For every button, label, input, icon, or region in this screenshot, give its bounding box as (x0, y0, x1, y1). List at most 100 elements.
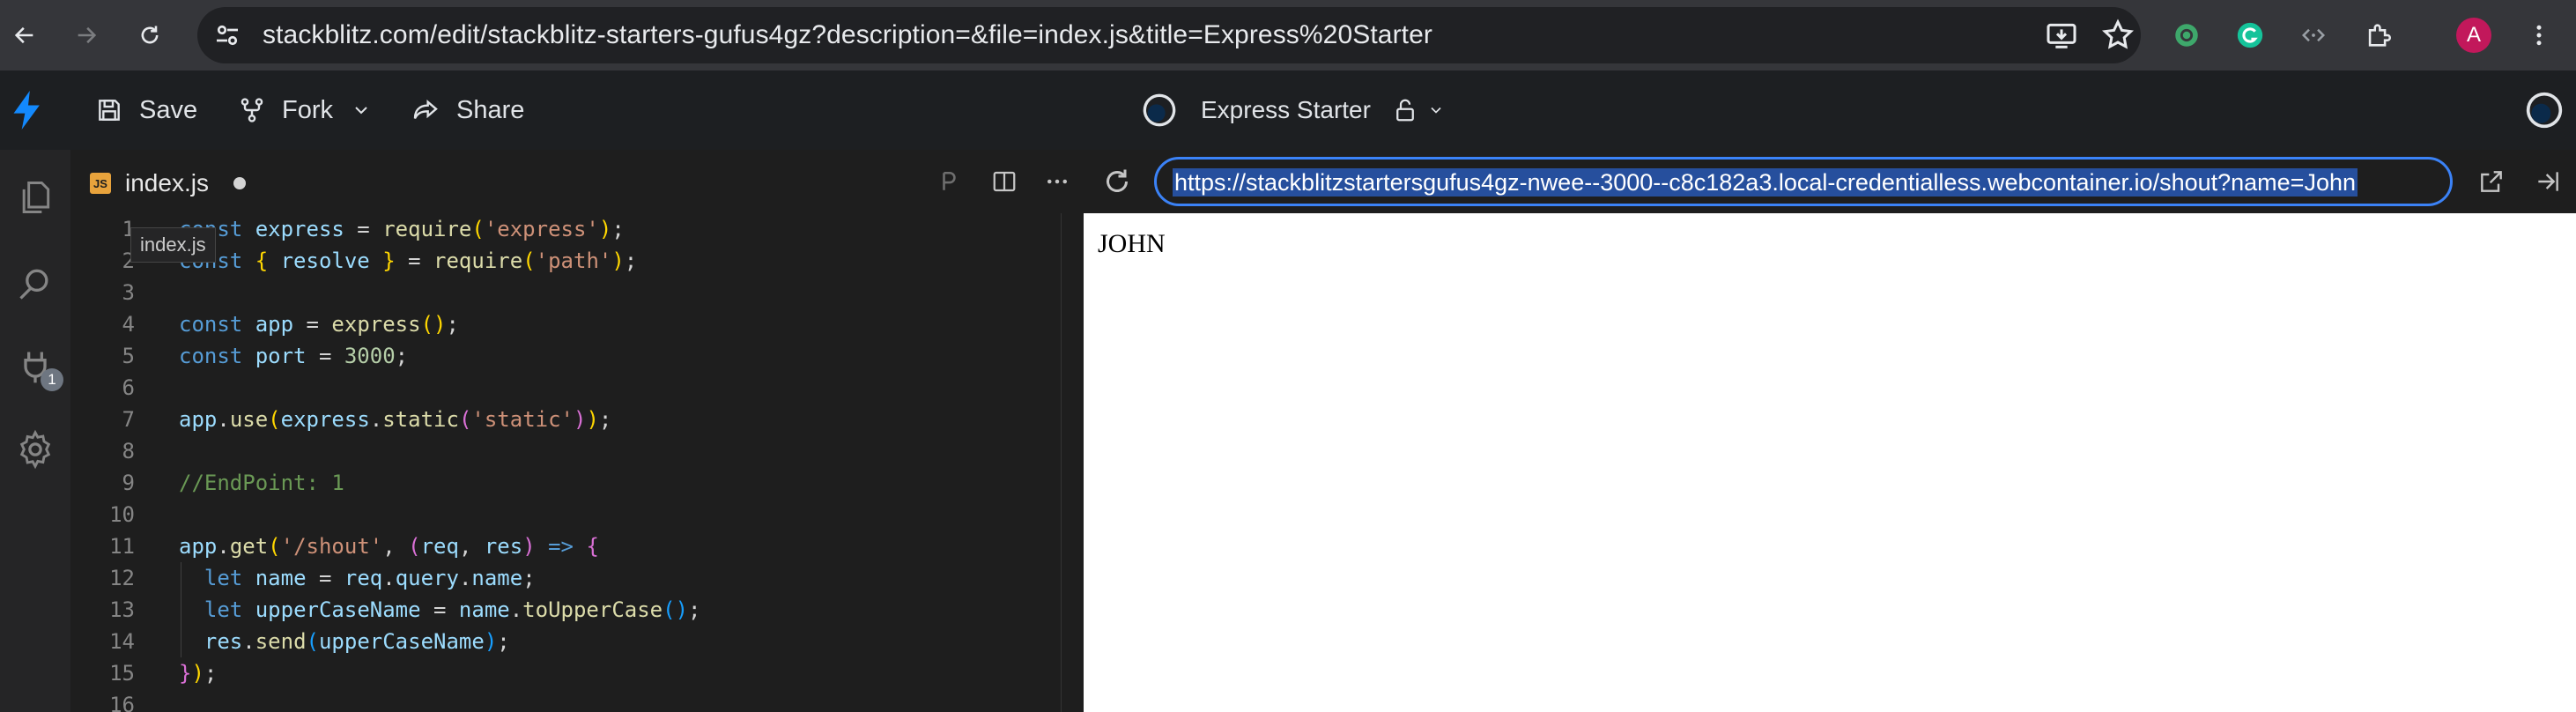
code-editor[interactable]: 1 const express = require('express'); 2 … (70, 213, 1084, 712)
token: send (255, 629, 307, 654)
code-line: 16 (70, 689, 1084, 712)
javascript-file-icon: JS (90, 173, 111, 194)
code-line: 3 (70, 277, 1084, 308)
code-line: 1 const express = require('express'); (70, 213, 1084, 245)
tab-hover-tooltip: index.js (130, 227, 216, 263)
line-number: 11 (109, 534, 135, 559)
save-button[interactable]: Save (95, 70, 197, 150)
code-line: 2 const { resolve } = require('path'); (70, 245, 1084, 277)
token: 'static' (471, 407, 574, 432)
back-arrow-icon[interactable] (7, 18, 42, 53)
token: toUpperCase (522, 597, 663, 622)
site-settings-icon[interactable] (211, 19, 243, 51)
token: res (484, 534, 523, 559)
share-label: Share (456, 95, 525, 124)
token: req (420, 534, 459, 559)
tab-index-js[interactable]: JS index.js (70, 150, 264, 215)
line-number: 15 (109, 661, 135, 686)
token: express (331, 312, 421, 337)
token: port (255, 344, 307, 368)
token: name (471, 566, 523, 590)
token: app (179, 407, 218, 432)
token: req (344, 566, 383, 590)
grammarly-icon[interactable] (2232, 18, 2268, 53)
line-number: 12 (109, 566, 135, 590)
settings-gear-icon[interactable] (7, 421, 63, 478)
token: const (179, 344, 243, 368)
line-number: 5 (122, 344, 135, 368)
code-line: 8 (70, 435, 1084, 467)
line-number: 1 (122, 217, 135, 241)
token: const (179, 312, 243, 337)
prettier-format-icon[interactable] (932, 164, 967, 199)
extension-code-icon[interactable] (2296, 18, 2331, 53)
activity-bar: 1 (0, 150, 70, 712)
split-editor-icon[interactable] (987, 164, 1022, 199)
token: 3000 (344, 344, 396, 368)
token: 'express' (484, 217, 599, 241)
project-avatar-icon (1142, 70, 1193, 150)
user-avatar-icon[interactable] (2525, 70, 2576, 150)
token: => (548, 534, 574, 559)
share-button[interactable]: Share (411, 70, 524, 150)
extensions-puzzle-icon[interactable] (2361, 18, 2396, 53)
more-horizontal-icon[interactable] (1040, 164, 1075, 199)
token: //EndPoint: 1 (179, 471, 344, 495)
tab-label: index.js (125, 169, 209, 197)
token: res (204, 629, 243, 654)
explorer-files-icon[interactable] (7, 169, 63, 226)
extension-green-ring-icon[interactable] (2169, 18, 2204, 53)
line-number: 3 (122, 280, 135, 305)
token: query (395, 566, 459, 590)
token: app (179, 534, 218, 559)
token: app (255, 312, 294, 337)
save-label: Save (139, 95, 198, 124)
profile-avatar[interactable]: A (2456, 18, 2491, 53)
forward-arrow-icon[interactable] (69, 18, 104, 53)
token: upperCaseName (318, 629, 485, 654)
token: name (458, 597, 510, 622)
token: express (280, 407, 370, 432)
url-text[interactable]: stackblitz.com/edit/stackblitz-starters-… (263, 7, 1432, 63)
project-title[interactable]: Express Starter (1201, 70, 1371, 150)
preview-output-text: JOHN (1098, 229, 1166, 258)
address-bar[interactable]: stackblitz.com/edit/stackblitz-starters-… (197, 7, 2141, 63)
install-app-icon[interactable] (2044, 18, 2079, 53)
preview-reload-icon[interactable] (1099, 164, 1135, 199)
reload-icon[interactable] (132, 18, 167, 53)
line-number: 9 (122, 471, 135, 495)
line-number: 14 (109, 629, 135, 654)
collapse-preview-icon[interactable] (2530, 164, 2565, 199)
stackblitz-logo-icon[interactable] (12, 70, 60, 150)
unsaved-dot-icon[interactable] (233, 177, 246, 189)
search-icon[interactable] (7, 256, 63, 312)
code-line: 12 let name = req.query.name; (70, 562, 1084, 594)
open-in-new-window-icon[interactable] (2474, 164, 2509, 199)
code-line: 5 const port = 3000; (70, 340, 1084, 372)
code-line: 14 res.send(upperCaseName); (70, 626, 1084, 657)
token: let (204, 566, 243, 590)
token: express (255, 217, 344, 241)
preview-url-input[interactable]: https://stackblitzstartersgufus4gz-nwee-… (1154, 157, 2453, 206)
code-line: 4 const app = express(); (70, 308, 1084, 340)
fork-button[interactable]: Fork (238, 70, 333, 150)
preview-frame[interactable]: JOHN (1084, 213, 2576, 712)
visibility-chevron-icon (1431, 107, 1441, 114)
editor-tab-bar: JS index.js (70, 150, 1084, 215)
token: 'path' (535, 248, 612, 273)
token: get (229, 534, 269, 559)
more-vertical-icon[interactable] (2521, 18, 2557, 53)
token: use (229, 407, 269, 432)
code-line: 10 (70, 499, 1084, 530)
preview-url-text[interactable]: https://stackblitzstartersgufus4gz-nwee-… (1173, 168, 2358, 197)
browser-toolbar: stackblitz.com/edit/stackblitz-starters-… (0, 0, 2576, 70)
bookmark-star-icon[interactable] (2100, 18, 2136, 53)
token: resolve (280, 248, 370, 273)
fork-dropdown-chevron-icon[interactable] (351, 70, 388, 150)
preview-toolbar: https://stackblitzstartersgufus4gz-nwee-… (1084, 150, 2576, 213)
line-number: 6 (122, 375, 135, 400)
stackblitz-header: Save Fork Share Express Starter (0, 70, 2576, 151)
code-line: 9 //EndPoint: 1 (70, 467, 1084, 499)
line-number: 16 (109, 693, 135, 712)
visibility-lock-icon[interactable] (1392, 70, 1461, 150)
